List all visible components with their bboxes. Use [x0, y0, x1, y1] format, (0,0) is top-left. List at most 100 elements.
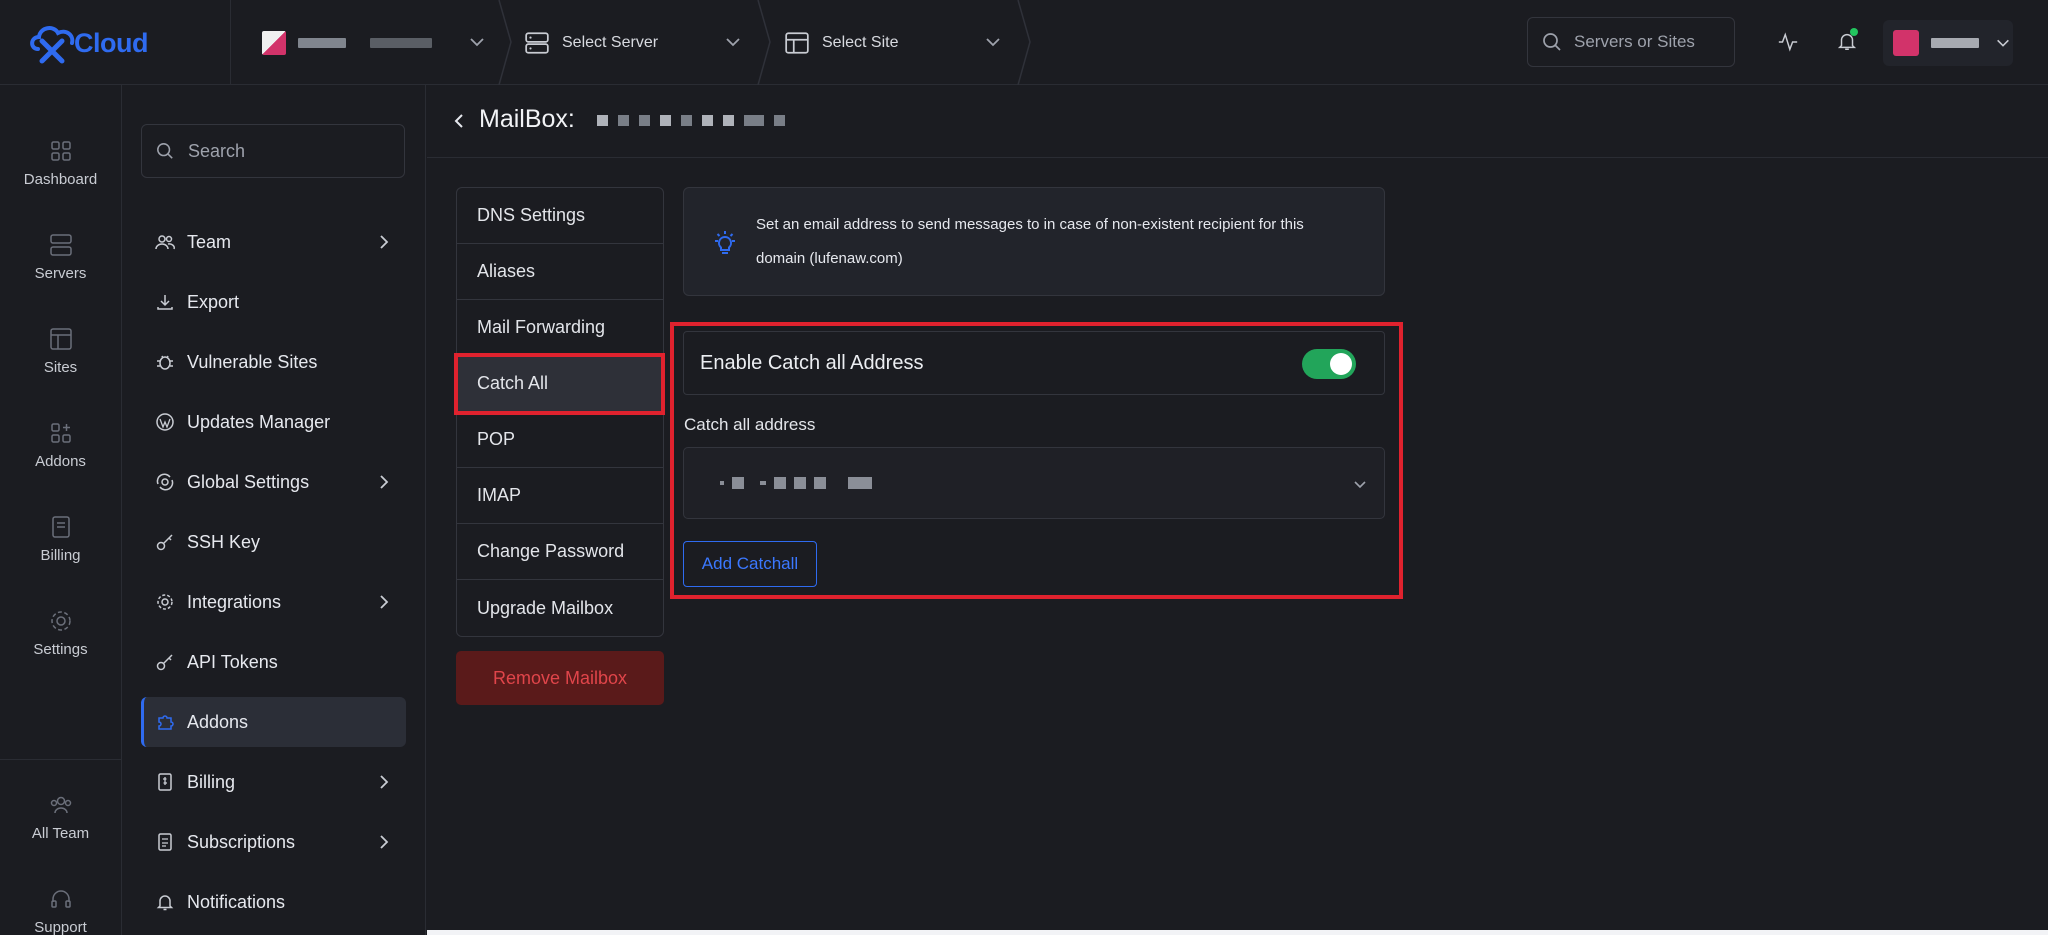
toggle-knob — [1330, 353, 1352, 375]
rail-label: Dashboard — [23, 171, 98, 188]
main-content: MailBox: DNS Settings Aliases Mail Forwa… — [427, 85, 2048, 935]
search-placeholder: Search — [188, 140, 246, 161]
sidebar-item-label: Addons — [187, 711, 249, 732]
site-icon — [785, 31, 809, 54]
rail-item-dashboard[interactable]: Dashboard — [0, 137, 121, 188]
search-placeholder: Servers or Sites — [1574, 32, 1695, 51]
sidebar-item-label: Updates Manager — [187, 411, 331, 432]
org-selector[interactable] — [262, 0, 497, 85]
redacted-text — [370, 37, 432, 48]
sidebar-item-api-tokens[interactable]: API Tokens — [141, 637, 406, 687]
sidebar-item-billing[interactable]: Billing — [141, 757, 406, 807]
rail-label: Settings — [33, 641, 88, 658]
bug-icon — [157, 355, 173, 370]
sidebar-item-label: Global Settings — [187, 471, 310, 492]
sidebar-item-global-settings[interactable]: Global Settings — [141, 457, 406, 507]
tab-pop[interactable]: POP — [457, 412, 663, 468]
server-selector[interactable]: Select Server — [524, 0, 754, 85]
rail-item-addons[interactable]: Addons — [0, 419, 121, 470]
redacted-text — [298, 37, 346, 48]
sidebar-item-ssh-key[interactable]: SSH Key — [141, 517, 406, 567]
info-banner: Set an email address to send messages to… — [683, 187, 1385, 296]
sidebar-item-label: Team — [187, 231, 232, 252]
search-icon — [157, 143, 173, 159]
headset-icon — [50, 890, 71, 908]
left-rail: Dashboard Servers Sites Addons Billing S… — [0, 85, 122, 935]
rail-item-servers[interactable]: Servers — [0, 231, 121, 282]
rail-item-sites[interactable]: Sites — [0, 325, 121, 376]
chevron-down-icon — [470, 38, 484, 47]
redacted-address — [720, 477, 872, 489]
site-selector[interactable]: Select Site — [784, 0, 1014, 85]
server-icon — [525, 31, 549, 54]
sidebar-item-addons[interactable]: Addons — [141, 697, 406, 747]
sidebar-item-updates-manager[interactable]: Updates Manager — [141, 397, 406, 447]
sidebar-item-vulnerable-sites[interactable]: Vulnerable Sites — [141, 337, 406, 387]
horizontal-scrollbar[interactable] — [427, 930, 2048, 935]
sidebar-item-notifications[interactable]: Notifications — [141, 877, 406, 927]
activity-button[interactable] — [1773, 27, 1803, 57]
logo[interactable]: Cloud — [28, 18, 228, 68]
breadcrumb-separator — [1017, 0, 1031, 85]
gear-icon — [157, 594, 173, 610]
sidebar-search-input[interactable]: Search — [141, 124, 405, 178]
invoice-icon — [158, 773, 172, 791]
add-catchall-button[interactable]: Add Catchall — [683, 541, 817, 587]
tab-aliases[interactable]: Aliases — [457, 244, 663, 300]
sidebar-item-subscriptions[interactable]: Subscriptions — [141, 817, 406, 867]
rail-item-support[interactable]: Support — [0, 885, 121, 935]
tab-mail-forwarding[interactable]: Mail Forwarding — [457, 300, 663, 356]
tab-upgrade-mailbox[interactable]: Upgrade Mailbox — [457, 580, 663, 636]
tab-change-password[interactable]: Change Password — [457, 524, 663, 580]
sites-icon — [49, 328, 72, 350]
info-text: Set an email address to send messages to… — [756, 216, 1304, 267]
sidebar-item-label: API Tokens — [187, 651, 278, 672]
rail-label: Sites — [43, 359, 78, 376]
sidebar-item-export[interactable]: Export — [141, 277, 406, 327]
chevron-down-icon — [1997, 39, 2009, 47]
page-title: MailBox: — [479, 105, 575, 133]
key-icon — [156, 654, 173, 671]
site-select-label: Select Site — [822, 33, 899, 51]
search-icon — [1543, 33, 1561, 51]
chevron-right-icon — [380, 835, 389, 849]
tab-imap[interactable]: IMAP — [457, 468, 663, 524]
key-icon — [156, 534, 173, 551]
rail-item-all-team[interactable]: All Team — [0, 791, 121, 842]
sidebar-item-label: Billing — [187, 771, 236, 792]
notification-dot — [1850, 28, 1858, 36]
global-settings-icon — [156, 473, 174, 491]
divider — [230, 0, 231, 85]
catch-all-toggle[interactable] — [1302, 349, 1356, 379]
catch-all-address-select[interactable] — [683, 447, 1385, 519]
sidebar-item-label: Integrations — [187, 591, 282, 612]
catch-all-toggle-row: Enable Catch all Address — [683, 331, 1385, 395]
rail-item-settings[interactable]: Settings — [0, 607, 121, 658]
sidebar-item-label: Notifications — [187, 891, 286, 912]
billing-icon — [51, 516, 70, 538]
gear-icon — [50, 611, 71, 631]
top-bar: Cloud Select Server Select Site Servers … — [0, 0, 2048, 85]
user-menu[interactable] — [1883, 20, 2013, 66]
chevron-right-icon — [380, 235, 389, 249]
chevron-down-icon — [986, 38, 1000, 47]
sidebar-item-team[interactable]: Team — [141, 217, 406, 267]
notifications-button[interactable] — [1832, 26, 1862, 56]
users-icon — [155, 235, 175, 250]
rail-item-billing[interactable]: Billing — [0, 513, 121, 564]
back-arrow-icon[interactable] — [449, 111, 469, 131]
chevron-down-icon — [726, 38, 740, 47]
rail-label: Support — [34, 919, 87, 935]
sidebar-item-label: Vulnerable Sites — [187, 351, 318, 372]
remove-mailbox-button[interactable]: Remove Mailbox — [456, 651, 664, 705]
settings-sidebar: Search Team Export Vulnerable Sites Upda… — [122, 85, 426, 935]
sidebar-item-integrations[interactable]: Integrations — [141, 577, 406, 627]
tab-dns-settings[interactable]: DNS Settings — [457, 188, 663, 244]
global-search-input[interactable]: Servers or Sites — [1527, 17, 1735, 67]
chevron-right-icon — [380, 475, 389, 489]
chevron-right-icon — [380, 595, 389, 609]
lightbulb-icon — [715, 231, 735, 254]
logo-text: Cloud — [74, 27, 148, 58]
server-select-label: Select Server — [562, 33, 659, 51]
cloud-logo-icon — [30, 26, 75, 64]
